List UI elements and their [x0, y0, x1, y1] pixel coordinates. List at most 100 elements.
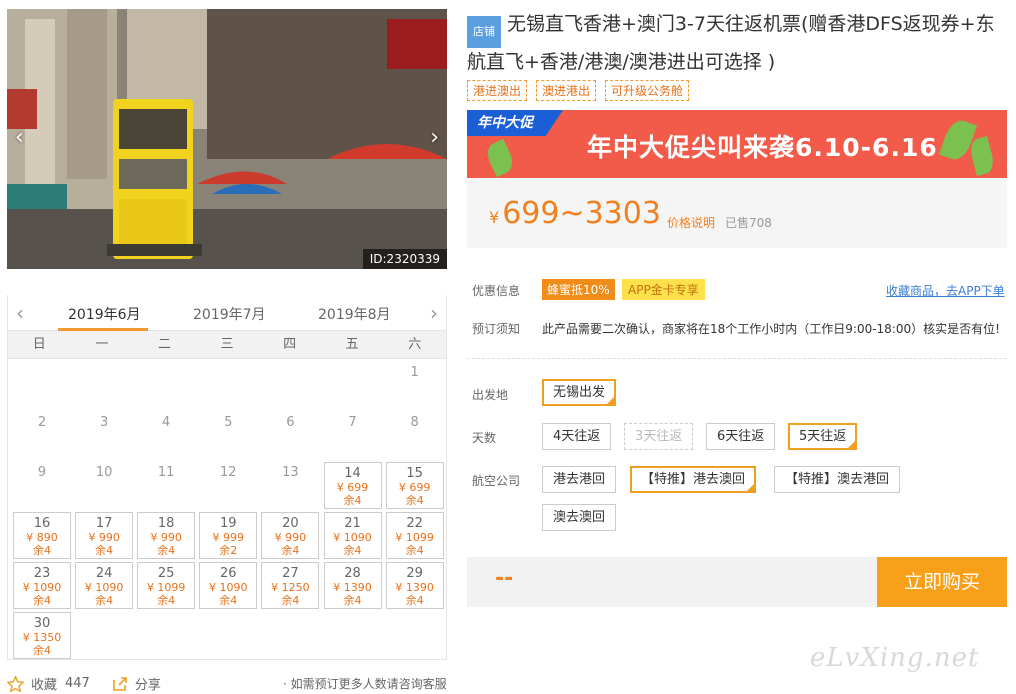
day-remaining: 余4: [33, 644, 51, 657]
calendar-month-nav: ‹ 2019年6月 2019年7月 2019年8月 ›: [8, 295, 446, 331]
calendar-day-available[interactable]: 28 ¥ 1390 余4: [323, 562, 382, 609]
calendar-day-available[interactable]: 16 ¥ 890 余4: [13, 512, 71, 559]
day-remaining: 余4: [33, 544, 51, 557]
day-number: 3: [99, 415, 109, 430]
footer-actions: 收藏 447 分享: [7, 674, 183, 693]
day-number: 19: [220, 516, 237, 531]
weekday-label: 六: [408, 337, 422, 352]
product-tag: 港进澳出: [467, 80, 528, 101]
day-price: ¥ 1090: [22, 581, 62, 594]
calendar-day-available[interactable]: 24 ¥ 1090 余4: [75, 562, 134, 609]
day-price: ¥ 990: [274, 531, 307, 544]
day-number: 10: [95, 465, 113, 480]
weekday-label: 五: [345, 337, 359, 352]
option-airline-hk-hk[interactable]: 港去港回: [542, 466, 617, 493]
option-days-6[interactable]: 6天往返: [706, 423, 776, 450]
promo-badge-app: APP金卡专享: [622, 279, 705, 300]
day-number: 27: [282, 566, 299, 581]
calendar-weekday-header: 日 一 二 三 四 五 六: [8, 331, 446, 359]
calendar-day-available[interactable]: 21 ¥ 1090 余4: [323, 512, 382, 559]
calendar-day-available[interactable]: 30 ¥ 1350 余4: [13, 612, 71, 659]
day-price: ¥ 1099: [146, 581, 186, 594]
share-button[interactable]: 分享: [112, 674, 161, 693]
favorite-app-link[interactable]: 收藏商品，去APP下单: [886, 282, 1005, 299]
price-note-link[interactable]: 价格说明: [667, 214, 715, 231]
day-number: 22: [406, 516, 423, 531]
option-airline-hk-macau[interactable]: 【特推】港去澳回: [630, 466, 757, 493]
calendar-day: 5: [199, 412, 257, 459]
calendar-month-tab-0[interactable]: 2019年6月: [68, 304, 141, 324]
product-photo[interactable]: ‹ › ID:2320339: [7, 9, 447, 269]
photo-next-arrow[interactable]: ›: [430, 127, 439, 149]
day-price: ¥ 1090: [333, 531, 372, 544]
product-tags: 港进澳出 澳进港出 可升级公务舱: [467, 80, 698, 101]
weekday-label: 二: [157, 337, 171, 352]
street-tram-image: [7, 9, 447, 269]
calendar-day: 3: [75, 412, 133, 459]
shop-tag[interactable]: 店铺: [467, 16, 501, 48]
day-number: 25: [157, 566, 175, 581]
price-range-value: 699~3303: [502, 196, 661, 231]
airline-label: 航空公司: [472, 474, 521, 488]
weekday-label: 一: [95, 337, 109, 352]
calendar-day-available[interactable]: 23 ¥ 1090 余4: [13, 562, 71, 609]
day-price: ¥ 890: [26, 531, 58, 544]
promo-banner-text: 年中大促尖叫来袭6.10-6.16: [587, 133, 938, 162]
consult-note: · 如需预订更多人数请咨询客服: [283, 677, 447, 691]
calendar-next-arrow[interactable]: ›: [430, 301, 438, 325]
calendar-day: 10: [75, 462, 133, 509]
buy-now-button[interactable]: 立即购买: [877, 557, 1007, 607]
favorite-count: 447: [65, 676, 90, 691]
product-title: 店铺 无锡直飞香港+澳门3-7天往返机票(赠香港DFS返现券+东航直飞+香港/港澳…: [467, 10, 1012, 76]
calendar-day-available[interactable]: 25 ¥ 1099 余4: [137, 562, 196, 609]
price-range: ¥699~3303: [489, 198, 661, 234]
calendar-day-available[interactable]: 17 ¥ 990 余4: [75, 512, 134, 559]
calendar-day-available[interactable]: 20 ¥ 990 余4: [261, 512, 320, 559]
buy-bar: -- 立即购买: [467, 557, 1007, 607]
favorite-button[interactable]: 收藏 447: [7, 674, 90, 693]
option-days-5[interactable]: 5天往返: [788, 423, 858, 450]
option-departure-wuxi[interactable]: 无锡出发: [542, 379, 617, 406]
calendar-day-available[interactable]: 27 ¥ 1250 余4: [261, 562, 320, 609]
calendar-day-available[interactable]: 19 ¥ 999 余2: [199, 512, 258, 559]
calendar-day-available[interactable]: 18 ¥ 990 余4: [137, 512, 196, 559]
calendar-day: 4: [137, 412, 195, 459]
photo-prev-arrow[interactable]: ‹: [15, 127, 24, 149]
day-remaining: 余4: [405, 544, 424, 557]
notice-text: 此产品需要二次确认，商家将在18个工作小时内（工作日9:00-18:00）核实是…: [542, 322, 1000, 336]
day-remaining: 余4: [343, 494, 362, 507]
site-watermark: eLvXing.net: [810, 643, 980, 673]
day-price: ¥ 1090: [209, 581, 248, 594]
promo-label: 优惠信息: [472, 284, 521, 298]
calendar-day-grid: 1 2 3 4 5 6 7 8 9 10 11 12 13 14 ¥ 699 余4 15 ¥ 699 余4 16 ¥ 8…: [8, 359, 446, 659]
calendar-prev-arrow[interactable]: ‹: [16, 301, 24, 325]
calendar-month-tab-2[interactable]: 2019年8月: [318, 304, 391, 324]
day-number: 17: [95, 516, 113, 531]
calendar-day-available[interactable]: 14 ¥ 699 余4: [323, 462, 382, 509]
day-remaining: 余4: [157, 594, 176, 607]
option-days-4[interactable]: 4天往返: [542, 423, 612, 450]
day-number: 9: [37, 465, 47, 480]
day-number: 20: [282, 516, 299, 531]
calendar-day-available[interactable]: 22 ¥ 1099 余4: [385, 512, 444, 559]
day-price: ¥ 1390: [333, 581, 372, 594]
day-remaining: 余4: [281, 594, 300, 607]
calendar-day-available[interactable]: 29 ¥ 1390 余4: [385, 562, 444, 609]
product-header: 店铺 无锡直飞香港+澳门3-7天往返机票(赠香港DFS返现券+东航直飞+香港/港澳…: [467, 10, 1012, 76]
calendar-day-available[interactable]: 15 ¥ 699 余4: [385, 462, 444, 509]
promo-logo: 年中大促: [467, 110, 563, 136]
leaf-decoration-icon: [967, 136, 997, 176]
day-remaining: 余4: [281, 544, 300, 557]
option-airline-macau-macau[interactable]: 澳去澳回: [542, 504, 617, 531]
day-remaining: 余4: [157, 544, 176, 557]
option-airline-macau-hk[interactable]: 【特推】澳去港回: [774, 466, 901, 493]
day-number: 8: [410, 415, 419, 430]
day-remaining: 余4: [219, 594, 238, 607]
calendar-month-tab-1[interactable]: 2019年7月: [193, 304, 266, 324]
promo-banner[interactable]: 年中大促 年中大促尖叫来袭6.10-6.16: [467, 110, 1007, 178]
calendar-day: 13: [261, 462, 319, 509]
day-remaining: 余4: [95, 594, 114, 607]
day-number: 14: [344, 466, 361, 481]
calendar-day-available[interactable]: 26 ¥ 1090 余4: [199, 562, 258, 609]
weekday-label: 三: [220, 337, 234, 352]
